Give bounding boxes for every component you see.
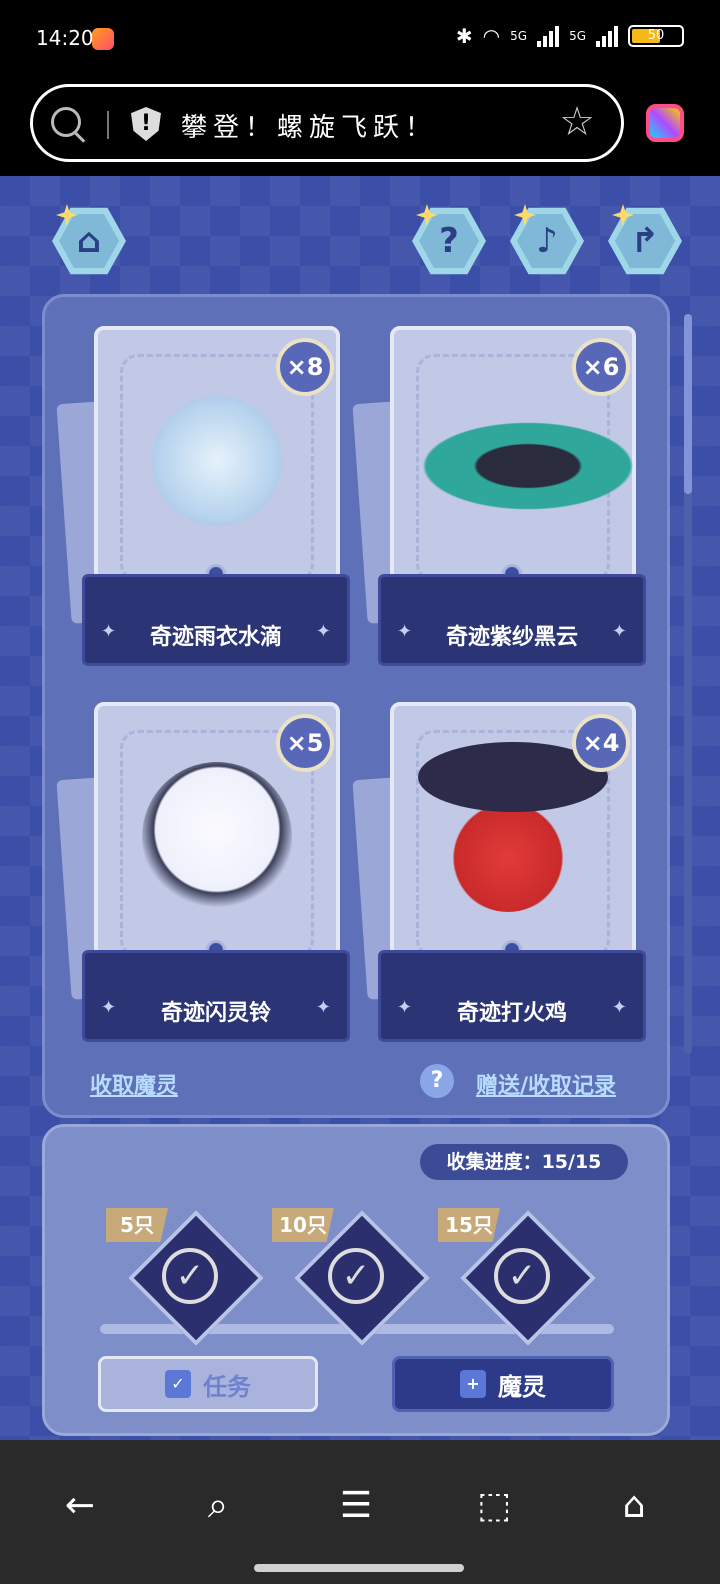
milestone-tag: 5只 bbox=[106, 1208, 168, 1242]
collect-spirit-link[interactable]: 收取魔灵 bbox=[90, 1068, 178, 1100]
sparkle-icon: ✦ bbox=[315, 997, 331, 1018]
browser-navbar: ← ⌕ ☰ ⬚ ⌂ bbox=[0, 1440, 720, 1584]
shield-icon[interactable]: ! bbox=[131, 107, 161, 141]
status-indicators: ✱ ◠ 5G 5G 50 bbox=[456, 24, 684, 48]
menu-icon[interactable]: ☰ bbox=[326, 1478, 386, 1534]
spirit-card[interactable]: ×4 ✦ 奇迹打火鸡 ✦ bbox=[352, 702, 646, 1042]
spirit-button-label: 魔灵 bbox=[498, 1372, 546, 1401]
task-button-label: 任务 bbox=[203, 1372, 251, 1401]
milestone-reward[interactable]: 10只 ✓ bbox=[272, 1208, 430, 1348]
gift-records-link[interactable]: 赠送/收取记录 bbox=[476, 1068, 616, 1100]
scrollbar-thumb[interactable] bbox=[684, 314, 692, 494]
creature-black-cloud bbox=[408, 416, 648, 516]
signal-icon-1 bbox=[537, 25, 560, 47]
check-icon: ✓ bbox=[494, 1248, 550, 1304]
notification-app-icon bbox=[92, 28, 114, 50]
task-document-icon: ✓ bbox=[165, 1370, 191, 1398]
search-icon[interactable]: ⌕ bbox=[188, 1478, 248, 1534]
milestone-tag: 15只 bbox=[438, 1208, 500, 1242]
creature-flash-bell bbox=[142, 762, 292, 912]
gesture-handle[interactable] bbox=[254, 1564, 464, 1572]
status-bar: 14:20 ✱ ◠ 5G 5G 50 bbox=[0, 0, 720, 80]
signal-icon-2 bbox=[596, 25, 618, 47]
sparkle-icon: ✦ bbox=[315, 621, 331, 642]
network-label-2: 5G bbox=[569, 29, 586, 43]
milestone-tag: 10只 bbox=[272, 1208, 334, 1242]
card-nameplate: ✦ 奇迹紫纱黑云 ✦ bbox=[378, 574, 646, 666]
card-nameplate: ✦ 奇迹雨衣水滴 ✦ bbox=[82, 574, 350, 666]
home-icon[interactable]: ⌂ bbox=[604, 1478, 664, 1534]
bookmark-star-icon[interactable]: ☆ bbox=[559, 99, 595, 145]
panel-scrollbar[interactable] bbox=[684, 314, 692, 1054]
check-icon: ✓ bbox=[162, 1248, 218, 1304]
browser-logo-icon[interactable] bbox=[646, 104, 684, 142]
spirit-card[interactable]: ×5 ✦ 奇迹闪灵铃 ✦ bbox=[56, 702, 350, 1042]
records-help-icon[interactable]: ? bbox=[420, 1064, 454, 1098]
milestone-reward[interactable]: 5只 ✓ bbox=[106, 1208, 264, 1348]
address-text[interactable]: 攀登！螺旋飞跃！ bbox=[181, 107, 437, 144]
game-view: ⌂ ? ♪ ↱ ×8 ✦ 奇迹雨衣水滴 ✦ ×6 ✦ 奇迹紫纱黑云 ✦ ×5 ✦… bbox=[0, 176, 720, 1440]
card-nameplate: ✦ 奇迹闪灵铃 ✦ bbox=[82, 950, 350, 1042]
network-label-1: 5G bbox=[510, 29, 528, 43]
wifi-icon: ◠ bbox=[482, 24, 501, 48]
back-arrow-icon[interactable]: ← bbox=[50, 1478, 110, 1534]
search-icon bbox=[51, 107, 81, 137]
folder-icon: + bbox=[460, 1370, 486, 1398]
collection-progress-label: 收集进度：15/15 bbox=[420, 1144, 628, 1180]
card-name: 奇迹打火鸡 bbox=[456, 1001, 567, 1026]
spirit-card[interactable]: ×8 ✦ 奇迹雨衣水滴 ✦ bbox=[56, 326, 350, 666]
card-nameplate: ✦ 奇迹打火鸡 ✦ bbox=[378, 950, 646, 1042]
sparkle-icon: ✦ bbox=[611, 621, 627, 642]
battery-level: 50 bbox=[647, 28, 665, 43]
spirit-button[interactable]: + 魔灵 bbox=[392, 1356, 614, 1412]
clock: 14:20 bbox=[36, 26, 94, 50]
card-name: 奇迹紫纱黑云 bbox=[445, 625, 578, 650]
tabs-icon[interactable]: ⬚ bbox=[464, 1478, 524, 1534]
divider bbox=[107, 111, 109, 139]
card-count-badge: ×6 bbox=[572, 338, 630, 396]
check-icon: ✓ bbox=[328, 1248, 384, 1304]
bluetooth-icon: ✱ bbox=[455, 24, 473, 48]
sparkle-icon: ✦ bbox=[611, 997, 627, 1018]
card-name: 奇迹闪灵铃 bbox=[160, 1001, 271, 1026]
creature-raincoat-droplet bbox=[152, 396, 282, 526]
browser-toolbar: ! 攀登！螺旋飞跃！ ☆ bbox=[0, 80, 720, 176]
spirit-card[interactable]: ×6 ✦ 奇迹紫纱黑云 ✦ bbox=[352, 326, 648, 666]
card-name: 奇迹雨衣水滴 bbox=[149, 625, 282, 650]
battery-icon: 50 bbox=[628, 25, 684, 47]
card-count-badge: ×8 bbox=[276, 338, 334, 396]
milestone-reward[interactable]: 15只 ✓ bbox=[438, 1208, 596, 1348]
task-button[interactable]: ✓ 任务 bbox=[98, 1356, 318, 1412]
card-count-badge: ×5 bbox=[276, 714, 334, 772]
address-bar[interactable]: ! 攀登！螺旋飞跃！ ☆ bbox=[30, 84, 624, 162]
card-count-badge: ×4 bbox=[572, 714, 630, 772]
